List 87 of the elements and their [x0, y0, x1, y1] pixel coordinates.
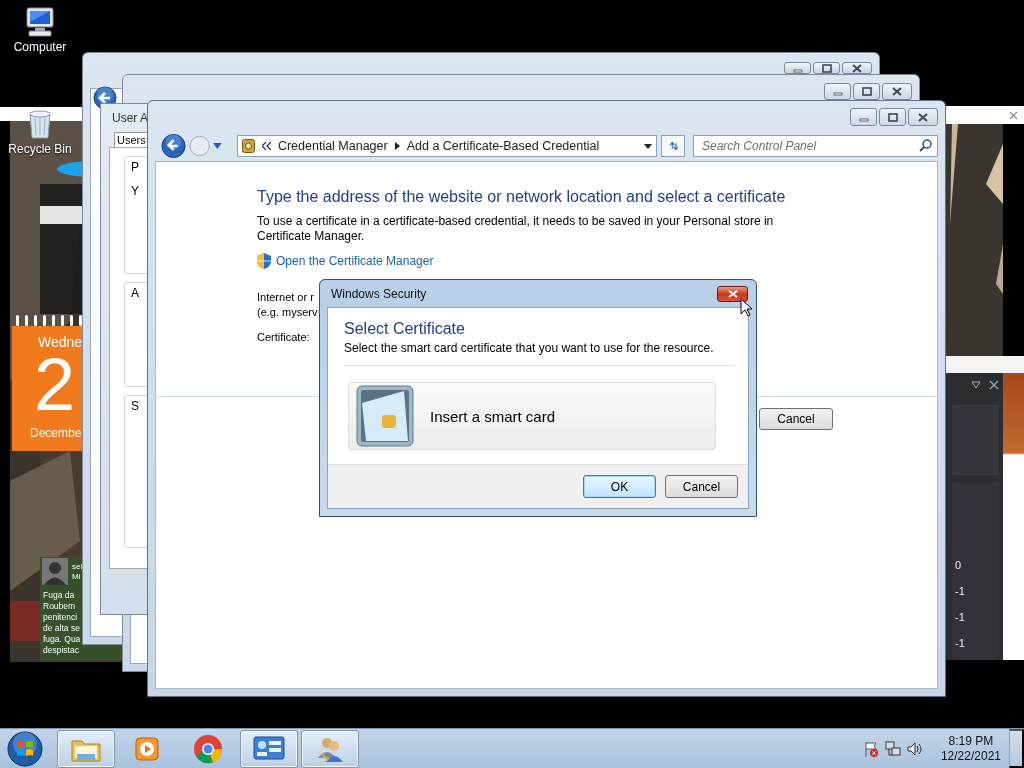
author-name: sel	[72, 562, 83, 572]
icon-label: Recycle Bin	[8, 142, 72, 156]
clock[interactable]: 8:19 PM 12/22/2021	[940, 733, 1001, 764]
search-field[interactable]: Search Control Panel	[693, 135, 938, 157]
computer-icon	[23, 6, 57, 38]
refresh-icon	[668, 139, 678, 153]
weekday: Wedne	[38, 334, 83, 350]
dialog-heading: Select Certificate	[344, 319, 466, 339]
value-text: 0	[954, 558, 963, 573]
close-icon	[892, 87, 902, 96]
month: Decembe	[30, 426, 82, 440]
maximize-button[interactable]	[813, 62, 840, 74]
tab[interactable]: Users	[114, 131, 149, 147]
shield-icon	[257, 253, 271, 269]
double-chevron-icon	[261, 142, 271, 150]
news-text: fuga. Qua	[43, 634, 82, 645]
close-icon	[1009, 110, 1018, 120]
close-icon	[989, 380, 999, 390]
field-label: Internet or r	[257, 290, 314, 305]
value-text: -1	[954, 636, 966, 651]
icon-label: Computer	[13, 40, 67, 54]
maximize-icon	[821, 63, 832, 73]
clock-date: 12/22/2021	[940, 748, 1001, 764]
minimize-button[interactable]	[850, 108, 877, 126]
back-button[interactable]	[160, 133, 186, 159]
group-text: Y	[131, 184, 139, 198]
dropdown-icon[interactable]	[644, 143, 652, 149]
maximize-button[interactable]	[853, 83, 880, 100]
maximize-button[interactable]	[879, 108, 906, 126]
avatar-icon	[42, 558, 68, 585]
value-text: -1	[954, 610, 966, 625]
group-title: P	[131, 160, 139, 174]
close-icon	[852, 63, 862, 73]
description-text: To use a certificate in a certificate-based credential, it needs to be saved in your Personal store in Certificate Manager.	[257, 214, 775, 244]
ok-button[interactable]: OK	[583, 475, 656, 498]
taskbar-button[interactable]	[240, 729, 298, 768]
close-icon	[918, 112, 928, 122]
refresh-button[interactable]	[661, 135, 685, 157]
control-panel-icon	[253, 734, 285, 763]
maximize-icon	[861, 87, 872, 96]
day-number: 2	[34, 350, 76, 420]
minimize-button[interactable]	[784, 62, 811, 74]
network-icon[interactable]	[884, 740, 901, 757]
close-button[interactable]	[908, 108, 938, 126]
news-text: de alta se	[43, 623, 81, 634]
window-title: User A	[112, 110, 148, 125]
address-bar[interactable]: Credential Manager Add a Certificate-Based Credential	[236, 135, 657, 157]
cancel-button[interactable]: Cancel	[665, 475, 738, 498]
news-text: Roubem	[43, 601, 77, 612]
smart-card-option[interactable]: Insert a smart card	[348, 382, 716, 450]
search-icon	[919, 139, 932, 152]
breadcrumb-item[interactable]: Add a Certificate-Based Credential	[406, 139, 600, 153]
taskbar-button[interactable]	[57, 729, 115, 768]
dialog-title: Windows Security	[331, 286, 427, 301]
cancel-button[interactable]: Cancel	[759, 408, 833, 430]
clock-time: 8:19 PM	[948, 733, 994, 749]
close-button[interactable]	[717, 285, 748, 302]
taskbar-button[interactable]	[301, 729, 359, 768]
start-button[interactable]	[5, 729, 45, 768]
maximize-icon	[887, 112, 898, 122]
chevron-right-icon	[394, 142, 400, 150]
certificate-manager-link[interactable]: Open the Certificate Manager	[276, 254, 434, 268]
smart-card-icon	[356, 385, 414, 447]
group-title: S	[131, 399, 139, 413]
news-text: despistac	[43, 645, 80, 656]
control-panel-icon	[241, 139, 255, 153]
field-hint: (e.g. myserv	[257, 305, 318, 320]
author-subtitle: Mi	[72, 572, 82, 582]
minimize-button[interactable]	[824, 83, 851, 100]
group-title: A	[131, 286, 139, 300]
value-text: -1	[954, 584, 966, 599]
show-desktop-button[interactable]	[1009, 729, 1024, 768]
close-icon	[727, 289, 738, 298]
speaker-icon[interactable]	[906, 740, 923, 757]
browser-icon	[193, 733, 223, 764]
field-label: Certificate:	[257, 330, 310, 345]
recycle-bin-icon	[26, 108, 54, 140]
play-icon	[134, 735, 160, 762]
close-button[interactable]	[842, 62, 872, 74]
dialog-description: Select the smart card certificate that you want to use for the resource.	[344, 341, 715, 356]
page-heading: Type the address of the website or network location and select a certificate	[257, 187, 787, 207]
dropdown-icon	[971, 381, 981, 389]
news-text: Fuga da	[43, 590, 76, 601]
close-button[interactable]	[882, 83, 912, 100]
news-text: penitenci	[43, 612, 79, 623]
flag-icon[interactable]	[862, 740, 879, 757]
breadcrumb-item[interactable]: Credential Manager	[277, 139, 388, 153]
